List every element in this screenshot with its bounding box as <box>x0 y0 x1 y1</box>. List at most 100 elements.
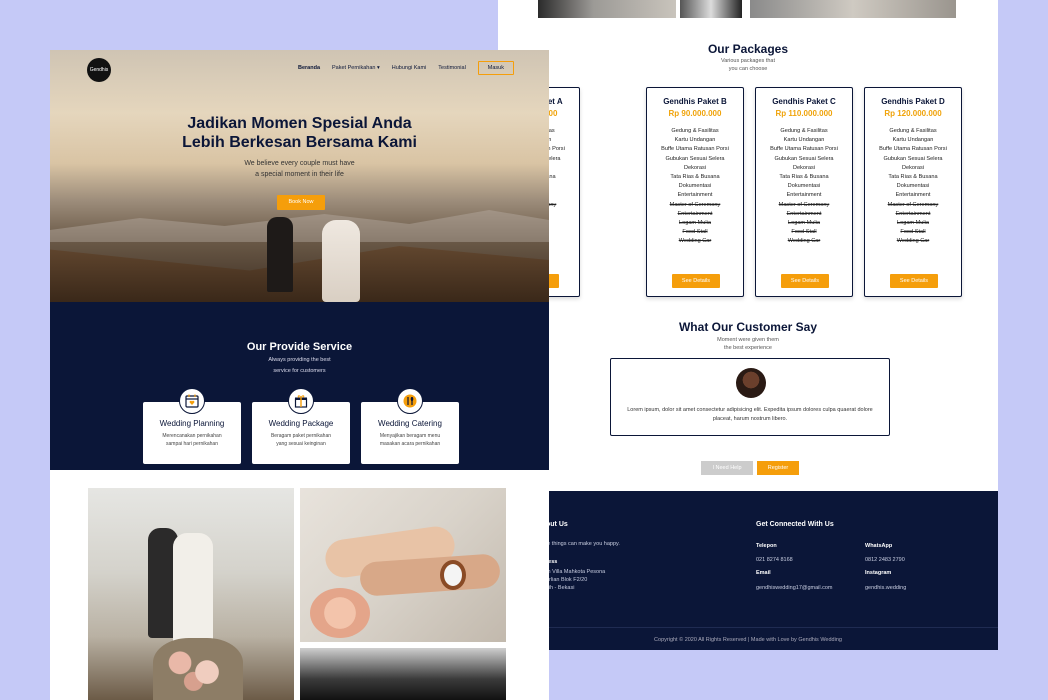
package-feature: Food Stall <box>791 229 817 236</box>
package-feature: Tata Rias & Busana <box>779 174 829 181</box>
service-desc-line: Beragam paket pernikahan <box>270 433 332 439</box>
package-feature: Tata Rias & Busana <box>888 174 938 181</box>
package-feature: Entertainment <box>677 192 713 199</box>
service-card-wedding-planning[interactable]: Wedding Planning Merencanakan pernikahan… <box>143 388 241 464</box>
register-button[interactable]: Register <box>757 461 799 475</box>
package-feature: Dokumentasi <box>678 183 712 190</box>
package-feature: Kartu Undangan <box>783 137 825 144</box>
footer-connect-title: Get Connected With Us <box>756 521 834 528</box>
gallery-image <box>750 0 956 18</box>
package-feature: Buffe Utama Ratusan Porsi <box>879 146 947 153</box>
package-feature: Gubukan Sesuai Selera <box>665 155 725 162</box>
service-subtitle-line: service for customers <box>273 368 326 374</box>
testimonial-subtitle-line: the best experience <box>723 345 772 351</box>
nav-item-paket-pernikahan[interactable]: Paket Pernikahan ▾ <box>332 65 380 71</box>
service-card-wedding-catering[interactable]: Wedding Catering Menyajikan beragam menu… <box>361 388 459 464</box>
package-feature: Wedding Car <box>678 238 712 245</box>
package-feature: Dokumentasi <box>787 183 821 190</box>
testimonial-subtitle-line: Moment were given them <box>717 337 779 343</box>
gallery-image <box>680 0 742 18</box>
service-desc: Menyajikan beragam menu masakan acara pe… <box>361 432 459 448</box>
package-card-d: Gendhis Paket D Rp 120.000.000 Gedung & … <box>864 87 962 297</box>
package-cards: Gendhis Paket A Rp 80.000.000 Gedung & F… <box>498 87 998 297</box>
footer-divider <box>498 627 998 628</box>
package-feature: Kartu Undangan <box>892 137 934 144</box>
package-feature: Buffe Utama Ratusan Porsi <box>770 146 838 153</box>
package-feature: Logam Mulia <box>678 220 712 227</box>
footer-email-value[interactable]: gendhiswedding17@gmail.com <box>756 584 833 592</box>
packages-subtitle-line: you can choose <box>728 66 768 72</box>
footer-instagram-value[interactable]: gendhis.wedding <box>865 584 906 592</box>
testimonial-subtitle: Moment were given them the best experien… <box>498 336 998 352</box>
package-feature: Gubukan Sesuai Selera <box>774 155 834 162</box>
footer-email-label: Email <box>756 570 771 576</box>
package-feature: Entertainment <box>895 192 931 199</box>
nav-item-beranda[interactable]: Beranda <box>298 65 320 71</box>
package-feature: Wedding Car <box>896 238 930 245</box>
calendar-heart-icon <box>179 388 205 414</box>
package-feature: Wedding Car <box>787 238 821 245</box>
service-name: Wedding Catering <box>378 419 442 428</box>
service-card-wedding-package[interactable]: Wedding Package Beragam paket pernikahan… <box>252 388 350 464</box>
package-features: Gedung & Fasilitas Kartu Undangan Buffe Ut… <box>647 127 743 247</box>
package-feature: Tata Rias & Busana <box>670 174 720 181</box>
package-features: Gedung & Fasilitas Kartu Undangan Buffe Ut… <box>865 127 961 247</box>
package-name: Gendhis Paket D <box>881 97 945 106</box>
hero-subtitle: We believe every couple must have a spec… <box>50 158 549 180</box>
hero-title-line: Jadikan Momen Spesial Anda <box>187 115 412 132</box>
package-feature: Gedung & Fasilitas <box>671 128 719 134</box>
service-subtitle-line: Always providing the best <box>268 357 331 363</box>
package-feature: Food Stall <box>900 229 926 236</box>
photo-gallery <box>88 488 506 700</box>
package-feature: Entertainment <box>786 192 822 199</box>
hero-title: Jadikan Momen Spesial Anda Lebih Berkesa… <box>50 114 549 152</box>
hero-bride-figure <box>322 220 360 302</box>
testimonial-title: What Our Customer Say <box>678 320 818 334</box>
service-title: Our Provide Service <box>246 341 353 353</box>
package-feature: Food Stall <box>682 229 708 236</box>
package-feature: Gubukan Sesuai Selera <box>883 155 943 162</box>
packages-subtitle-line: Various packages that <box>720 58 775 64</box>
footer-address-line: erlian Blok F2/20 <box>546 577 588 583</box>
package-feature: Dekorasi <box>683 164 707 171</box>
package-feature: Entertainment <box>895 210 931 217</box>
package-card-b: Gendhis Paket B Rp 90.000.000 Gedung & F… <box>646 87 744 297</box>
gallery-image-hands <box>300 488 506 642</box>
nav-item-testimonial[interactable]: Testimonial <box>438 65 466 71</box>
see-details-button[interactable]: See Details <box>672 274 720 288</box>
hero-title-line: Lebih Berkesan Bersama Kami <box>182 134 417 151</box>
package-feature: Kartu Undangan <box>674 137 716 144</box>
hero-section: Gendhis Beranda Paket Pernikahan ▾ Hubun… <box>50 50 549 302</box>
need-help-button[interactable]: I Need Help <box>701 461 753 475</box>
package-feature: Entertainment <box>677 210 713 217</box>
service-desc-line: sampai hari pernikahan <box>166 441 218 447</box>
package-feature: Logam Mulia <box>787 220 821 227</box>
nav-item-hubungi-kami[interactable]: Hubungi Kami <box>392 65 427 71</box>
package-feature: Logam Mulia <box>896 220 930 227</box>
package-feature: Gedung & Fasilitas <box>889 128 937 134</box>
package-card-c: Gendhis Paket C Rp 110.000.000 Gedung & … <box>755 87 853 297</box>
gallery-image-dark <box>300 648 506 700</box>
package-feature: Dokumentasi <box>896 183 930 190</box>
see-details-button[interactable]: See Details <box>781 274 829 288</box>
service-desc: Beragam paket pernikahan yang sesuai kei… <box>252 432 350 448</box>
see-details-button[interactable]: See Details <box>890 274 938 288</box>
package-feature: Buffe Utama Ratusan Porsi <box>661 146 729 153</box>
service-desc: Merencanakan pernikahan sampai hari pern… <box>143 432 241 448</box>
footer-copyright: Copyright © 2020 All Rights Reserved | M… <box>654 637 842 643</box>
package-feature: Master of Ceremony <box>887 201 939 208</box>
package-feature: Master of Ceremony <box>778 201 830 208</box>
book-now-button[interactable]: Book Now <box>277 195 325 210</box>
footer-address-line: sih - Bekasi <box>546 585 575 591</box>
logo[interactable]: Gendhis <box>87 58 111 82</box>
left-page-mockup: Gendhis Beranda Paket Pernikahan ▾ Hubun… <box>50 50 549 700</box>
package-feature: Master of Ceremony <box>669 201 721 208</box>
gallery-image <box>538 0 676 18</box>
package-price: Rp 110.000.000 <box>775 109 833 118</box>
package-price: Rp 120.000.000 <box>884 109 942 118</box>
main-nav: Beranda Paket Pernikahan ▾ Hubungi Kami … <box>298 61 514 75</box>
login-button[interactable]: Masuk <box>477 61 514 75</box>
testimonial-text: Lorem ipsum, dolor sit amet consectetur … <box>627 407 873 422</box>
hero-subtitle-line: a special moment in their life <box>255 171 344 178</box>
service-desc-line: Merencanakan pernikahan <box>162 433 222 439</box>
